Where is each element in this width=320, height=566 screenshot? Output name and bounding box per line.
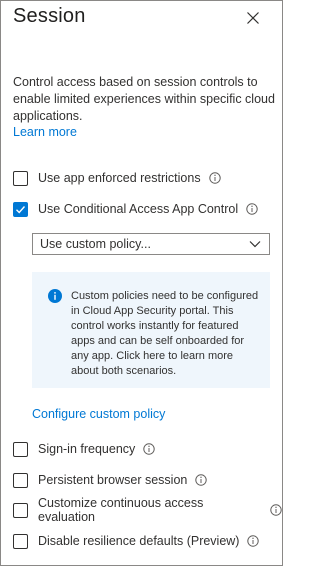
info-icon[interactable] bbox=[208, 172, 221, 184]
info-notice[interactable]: Custom policies need to be configured in… bbox=[32, 272, 270, 388]
panel-description: Control access based on session controls… bbox=[13, 75, 275, 123]
option-app-enforced-restrictions[interactable]: Use app enforced restrictions bbox=[13, 169, 221, 187]
chevron-down-icon bbox=[249, 241, 261, 248]
option-label: Use Conditional Access App Control bbox=[38, 202, 239, 216]
checkmark-icon bbox=[16, 205, 26, 214]
option-sign-in-frequency[interactable]: Sign-in frequency bbox=[13, 440, 155, 458]
info-icon[interactable] bbox=[246, 203, 258, 215]
checkbox[interactable] bbox=[13, 533, 28, 549]
close-icon[interactable] bbox=[246, 11, 260, 25]
option-label: Use app enforced restrictions bbox=[38, 171, 201, 185]
info-icon[interactable] bbox=[143, 443, 155, 455]
configure-custom-policy-link[interactable]: Configure custom policy bbox=[32, 407, 165, 421]
option-conditional-access-app-control[interactable]: Use Conditional Access App Control bbox=[13, 200, 258, 218]
option-disable-resilience-defaults[interactable]: Disable resilience defaults (Preview) bbox=[13, 532, 260, 550]
policy-dropdown[interactable]: Use custom policy... bbox=[32, 233, 270, 255]
checkbox-checked[interactable] bbox=[13, 201, 28, 217]
option-label: Disable resilience defaults (Preview) bbox=[38, 534, 240, 548]
checkbox[interactable] bbox=[13, 170, 28, 186]
notice-text: Custom policies need to be configured in… bbox=[71, 290, 259, 377]
option-label: Persistent browser session bbox=[38, 473, 188, 487]
info-icon[interactable] bbox=[247, 535, 260, 547]
option-label: Customize continuous access evaluation bbox=[38, 496, 204, 524]
checkbox[interactable] bbox=[13, 472, 28, 488]
info-icon[interactable] bbox=[195, 474, 208, 486]
learn-more-link[interactable]: Learn more bbox=[13, 125, 77, 139]
policy-dropdown-value: Use custom policy... bbox=[40, 237, 151, 251]
panel-title: Session bbox=[13, 5, 86, 27]
checkbox[interactable] bbox=[13, 441, 28, 457]
info-icon[interactable] bbox=[270, 504, 282, 516]
option-label: Sign-in frequency bbox=[38, 442, 136, 456]
session-panel: Session Control access based on session … bbox=[0, 0, 283, 566]
option-customize-continuous-access-evaluation[interactable]: Customize continuous access evaluation bbox=[13, 496, 282, 524]
info-filled-icon bbox=[48, 289, 62, 303]
checkbox[interactable] bbox=[13, 502, 28, 518]
option-persistent-browser-session[interactable]: Persistent browser session bbox=[13, 471, 208, 489]
